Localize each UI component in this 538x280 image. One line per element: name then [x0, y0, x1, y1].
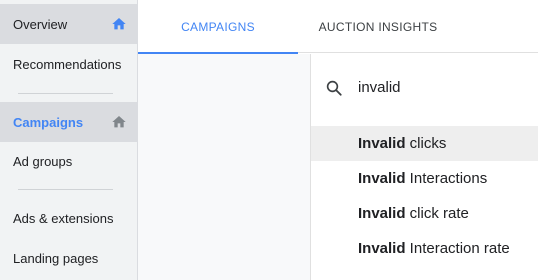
result-rest-text: clicks — [405, 135, 447, 152]
result-match-text: Invalid — [358, 240, 406, 257]
sidebar-item-label: Overview — [13, 16, 68, 32]
sidebar-item-label: Landing pages — [13, 250, 99, 266]
result-match-text: Invalid — [358, 170, 406, 187]
sidebar-item-ads-extensions[interactable]: Ads & extensions — [0, 198, 137, 238]
home-icon — [112, 116, 126, 128]
search-dropdown: invalid Invalid clicks Invalid Interacti… — [310, 54, 538, 280]
sidebar-item-landing-pages[interactable]: Landing pages — [0, 238, 137, 278]
sidebar-item-label: Campaigns — [13, 114, 84, 130]
search-icon — [326, 80, 342, 96]
search-result-item[interactable]: Invalid click rate — [311, 196, 538, 231]
tab-auction-insights[interactable]: AUCTION INSIGHTS — [298, 0, 458, 53]
search-result-item[interactable]: Invalid clicks — [311, 126, 538, 161]
result-rest-text: Interactions — [405, 170, 488, 187]
tab-bar: CAMPAIGNS AUCTION INSIGHTS — [138, 0, 538, 54]
sidebar-item-ad-groups[interactable]: Ad groups — [0, 141, 137, 181]
search-result-item[interactable]: Invalid Interactions — [311, 161, 538, 196]
result-rest-text: Interaction rate — [405, 240, 510, 257]
sidebar-item-label: Ad groups — [13, 153, 73, 169]
sidebar-item-label: Ads & extensions — [13, 210, 114, 226]
sidebar-item-campaigns[interactable]: Campaigns — [0, 102, 137, 142]
sidebar-item-overview[interactable]: Overview — [0, 4, 137, 44]
search-input[interactable]: invalid — [358, 79, 401, 96]
search-field[interactable]: invalid — [311, 54, 538, 122]
tab-label: CAMPAIGNS — [181, 19, 255, 34]
result-match-text: Invalid — [358, 135, 406, 152]
sidebar-divider — [18, 189, 113, 190]
sidebar-item-label: Recommendations — [13, 56, 122, 72]
tab-label: AUCTION INSIGHTS — [318, 19, 438, 34]
search-result-item[interactable]: Invalid Interaction rate — [311, 231, 538, 266]
sidebar-divider — [18, 93, 113, 94]
sidebar: Overview Recommendations Campaigns Ad gr… — [0, 0, 138, 280]
result-match-text: Invalid — [358, 205, 406, 222]
home-icon — [112, 18, 126, 30]
content-area — [138, 54, 310, 280]
sidebar-item-recommendations[interactable]: Recommendations — [0, 44, 137, 84]
result-rest-text: click rate — [405, 205, 469, 222]
tab-campaigns[interactable]: CAMPAIGNS — [138, 0, 298, 54]
